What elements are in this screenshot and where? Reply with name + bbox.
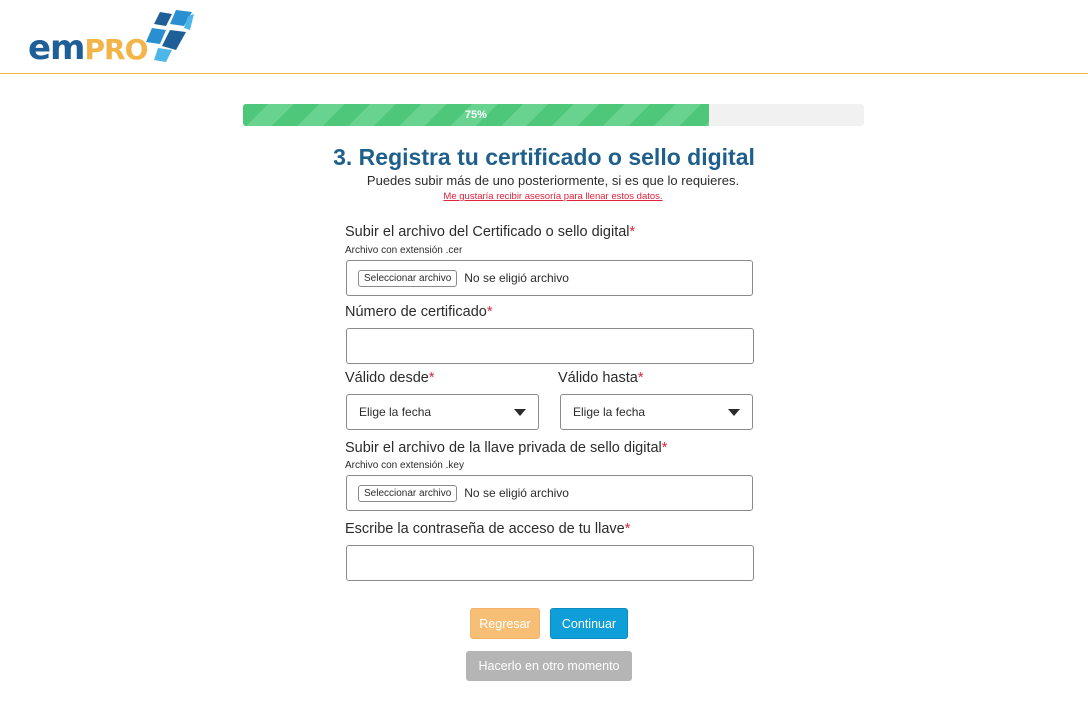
key-file-status: No se eligió archivo: [464, 486, 569, 500]
key-file-hint: Archivo con extensión .key: [345, 460, 464, 471]
valid-from-label-text: Válido desde: [345, 370, 429, 386]
page-subtitle: Puedes subir más de uno posteriormente, …: [366, 173, 740, 188]
progress-bar: 75%: [243, 104, 864, 126]
logo-text: emPRO: [28, 28, 149, 68]
key-select-file-button[interactable]: Seleccionar archivo: [358, 484, 458, 502]
key-password-label: Escribe la contraseña de acceso de tu ll…: [345, 521, 630, 537]
valid-from-date-select[interactable]: Elige la fecha: [346, 394, 539, 430]
certificate-select-file-button[interactable]: Seleccionar archivo: [358, 269, 458, 287]
key-file-label: Subir el archivo de la llave privada de …: [345, 440, 667, 456]
certificate-file-label-text: Subir el archivo del Certificado o sello…: [345, 224, 630, 240]
chevron-down-icon: [728, 408, 740, 416]
header: emPRO: [0, 0, 1088, 74]
logo-pro-text: PRO: [84, 33, 149, 66]
chevron-down-icon: [514, 408, 526, 416]
back-button[interactable]: Regresar: [470, 608, 540, 639]
required-mark: *: [629, 224, 636, 240]
valid-to-date-select[interactable]: Elige la fecha: [560, 394, 753, 430]
required-mark: *: [637, 370, 644, 386]
progress-label: 75%: [464, 109, 487, 121]
certificate-file-label: Subir el archivo del Certificado o sello…: [345, 224, 635, 240]
progress-fill: 75%: [243, 104, 709, 126]
empro-logo[interactable]: emPRO: [28, 8, 198, 68]
certificate-file-hint: Archivo con extensión .cer: [345, 245, 463, 256]
key-password-label-text: Escribe la contraseña de acceso de tu ll…: [345, 521, 625, 537]
valid-to-label-text: Válido hasta: [558, 370, 638, 386]
continue-button[interactable]: Continuar: [550, 608, 628, 639]
valid-to-label: Válido hasta*: [558, 370, 643, 386]
certificate-number-input[interactable]: [346, 328, 754, 364]
valid-to-placeholder: Elige la fecha: [573, 405, 646, 419]
certificate-number-label-text: Número de certificado: [345, 304, 487, 320]
valid-from-label: Válido desde*: [345, 370, 435, 386]
certificate-file-input[interactable]: Seleccionar archivo No se eligió archivo: [346, 260, 753, 296]
required-mark: *: [486, 304, 493, 320]
required-mark: *: [624, 521, 631, 537]
page-title: 3. Registra tu certificado o sello digit…: [333, 144, 755, 170]
help-link[interactable]: Me gustaría recibir asesoría para llenar…: [0, 191, 1088, 202]
valid-from-placeholder: Elige la fecha: [359, 405, 432, 419]
certificate-file-status: No se eligió archivo: [464, 271, 569, 285]
logo-em-text: em: [28, 28, 85, 68]
key-file-label-text: Subir el archivo de la llave privada de …: [345, 440, 662, 456]
certificate-number-label: Número de certificado*: [345, 304, 493, 320]
key-password-input[interactable]: [346, 545, 754, 581]
required-mark: *: [428, 370, 435, 386]
key-file-input[interactable]: Seleccionar archivo No se eligió archivo: [346, 475, 753, 511]
required-mark: *: [661, 440, 668, 456]
do-later-button[interactable]: Hacerlo en otro momento: [466, 651, 632, 681]
